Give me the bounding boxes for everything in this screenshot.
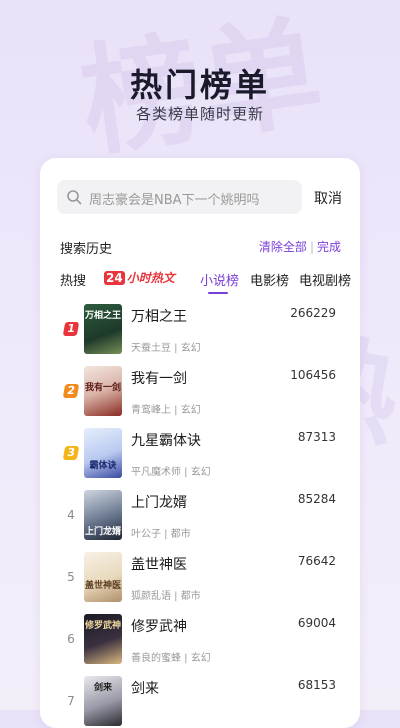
book-title: 万相之王: [131, 309, 187, 325]
book-author: 叶公子: [131, 529, 161, 540]
book-count: 69004: [297, 616, 336, 630]
tab-24h-number: 24: [104, 271, 125, 285]
book-genre: 玄幻: [190, 653, 211, 664]
book-title: 九星霸体诀: [131, 433, 201, 449]
book-cover: 修罗武神: [84, 614, 122, 664]
book-cover: 盖世神医: [84, 552, 122, 602]
rank-number: 5: [67, 570, 75, 584]
rank-badge: 2: [62, 384, 80, 398]
book-cover: 剑来: [84, 676, 122, 726]
book-author: 天蚕土豆: [131, 343, 171, 354]
cover-title: 上门龙婿: [84, 527, 121, 537]
tab-tv[interactable]: 电视剧榜: [299, 270, 351, 289]
search-input[interactable]: 周志豪会是NBA下一个姚明吗: [57, 180, 302, 214]
list-item[interactable]: 6 修罗武神 修罗武神 善良的蜜蜂 | 玄幻 69004: [40, 612, 360, 674]
page-title: 热门榜单: [129, 66, 270, 104]
book-cover: 万相之王: [84, 304, 122, 354]
book-cover: 我有一剑: [84, 366, 122, 416]
cover-title: 霸体诀: [89, 461, 117, 471]
rank-badge: 1: [62, 322, 80, 336]
book-title: 上门龙婿: [131, 495, 187, 511]
ranking-card: 周志豪会是NBA下一个姚明吗 取消 搜索历史 清除全部 | 完成 热搜 24 小时热文…: [40, 158, 360, 728]
search-icon: [67, 190, 82, 205]
book-count: 76642: [297, 554, 336, 568]
book-author: 善良的蜜蜂: [131, 653, 181, 664]
book-author: 狐颜乱语: [131, 591, 171, 602]
book-title: 剑来: [131, 681, 159, 697]
cover-title: 修罗武神: [84, 621, 121, 631]
book-count: 68153: [297, 678, 336, 692]
book-genre: 玄幻: [190, 467, 211, 478]
tab-novel[interactable]: 小说榜: [200, 270, 239, 289]
cancel-button[interactable]: 取消: [314, 188, 342, 208]
book-author: 平凡魔术师: [131, 467, 181, 478]
page-subtitle: 各类榜单随时更新: [135, 105, 264, 123]
list-item[interactable]: 5 盖世神医 盖世神医 狐颜乱语 | 都市 76642: [40, 550, 360, 612]
book-meta: 叶公子 | 都市: [131, 529, 191, 540]
book-title: 盖世神医: [131, 557, 187, 573]
list-item[interactable]: 1 万相之王 万相之王 天蚕土豆 | 玄幻 266229: [40, 302, 360, 364]
tab-24h-hot[interactable]: 24 小时热文: [104, 269, 175, 286]
book-meta: 天蚕土豆 | 玄幻: [131, 343, 201, 354]
tab-24h-label: 小时热文: [126, 271, 175, 285]
book-count: 106456: [290, 368, 336, 382]
history-actions: 清除全部 | 完成: [259, 238, 341, 255]
done-button[interactable]: 完成: [317, 240, 341, 254]
list-item[interactable]: 3 霸体诀 九星霸体诀 平凡魔术师 | 玄幻 87313: [40, 426, 360, 488]
book-count: 87313: [297, 430, 336, 444]
cover-title: 剑来: [93, 683, 112, 693]
clear-all-button[interactable]: 清除全部: [259, 240, 307, 254]
rank-number: 6: [67, 632, 75, 646]
book-genre: 玄幻: [180, 343, 201, 354]
book-cover: 上门龙婿: [84, 490, 122, 540]
book-meta: 狐颜乱语 | 都市: [131, 591, 201, 602]
book-meta: 平凡魔术师 | 玄幻: [131, 467, 211, 478]
book-genre: 都市: [170, 529, 191, 540]
tab-movie[interactable]: 电影榜: [250, 270, 289, 289]
list-item[interactable]: 4 上门龙婿 上门龙婿 叶公子 | 都市 85284: [40, 488, 360, 550]
active-tab-indicator: [208, 292, 228, 294]
category-tabs: 热搜 24 小时热文 小说榜 电影榜 电视剧榜: [60, 269, 351, 294]
book-title: 修罗武神: [131, 619, 187, 635]
book-cover: 霸体诀: [84, 428, 122, 478]
cover-title: 盖世神医: [84, 581, 121, 591]
rank-number: 7: [67, 694, 75, 708]
cover-title: 我有一剑: [84, 383, 121, 393]
search-bar: 周志豪会是NBA下一个姚明吗 取消: [57, 180, 343, 214]
book-genre: 玄幻: [180, 405, 201, 416]
book-meta: 青鸾峰上 | 玄幻: [131, 405, 201, 416]
rank-number: 4: [67, 508, 75, 522]
book-meta: 善良的蜜蜂 | 玄幻: [131, 653, 211, 664]
book-count: 85284: [297, 492, 336, 506]
tab-hot-search[interactable]: 热搜: [60, 270, 86, 289]
book-title: 我有一剑: [131, 371, 187, 387]
book-genre: 都市: [180, 591, 201, 602]
search-history-label: 搜索历史: [60, 242, 113, 257]
rank-badge: 3: [62, 446, 80, 460]
list-item[interactable]: 7 剑来 剑来 68153: [40, 674, 360, 728]
cover-title: 万相之王: [84, 311, 121, 321]
book-author: 青鸾峰上: [131, 405, 171, 416]
search-placeholder: 周志豪会是NBA下一个姚明吗: [89, 193, 260, 208]
history-separator: |: [309, 240, 314, 254]
book-count: 266229: [290, 306, 336, 320]
list-item[interactable]: 2 我有一剑 我有一剑 青鸾峰上 | 玄幻 106456: [40, 364, 360, 426]
